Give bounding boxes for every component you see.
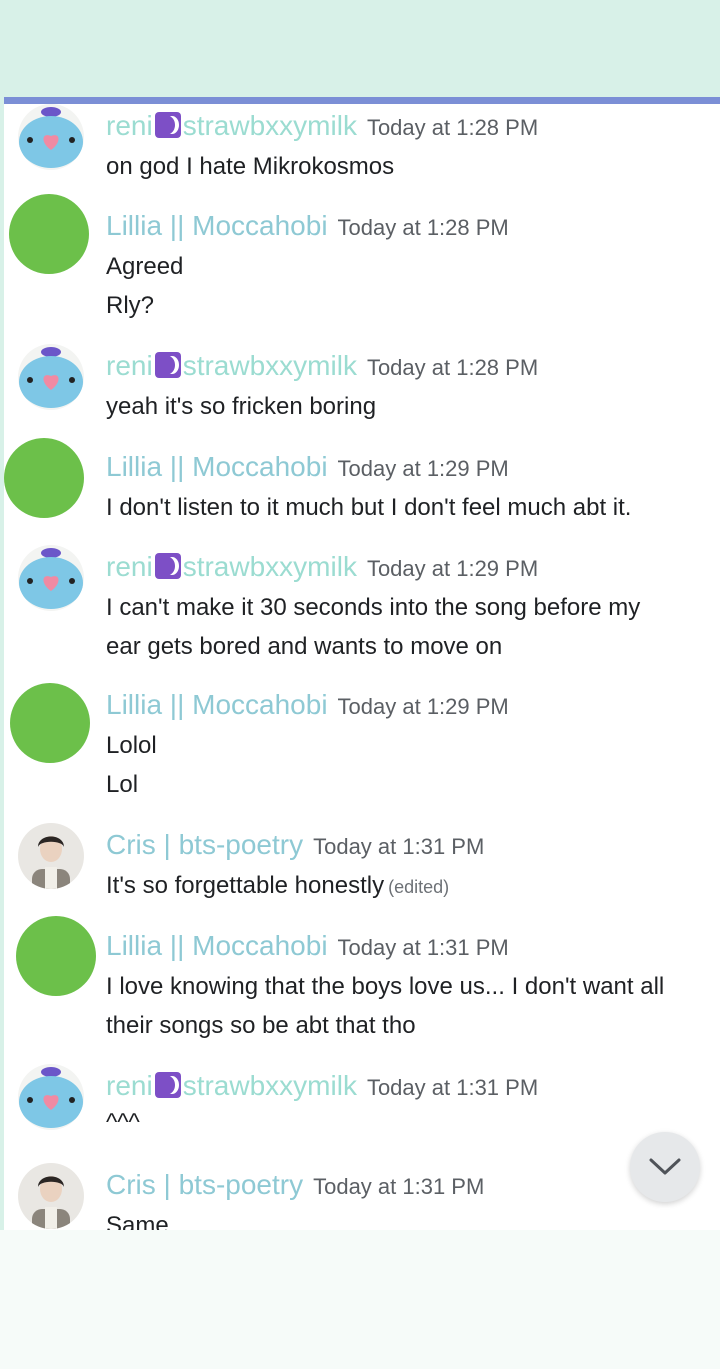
author-name[interactable]: Lillia || Moccahobi <box>106 930 328 961</box>
person-photo-avatar[interactable] <box>18 823 84 889</box>
timestamp: Today at 1:29 PM <box>366 556 539 581</box>
author-name[interactable]: Lillia || Moccahobi <box>106 451 328 482</box>
message-text: Rly? <box>106 292 155 319</box>
message-text: Same <box>106 1212 169 1230</box>
message-header: reni strawbxxymilk Today at 1:29 PM <box>106 549 538 590</box>
timestamp: Today at 1:31 PM <box>366 1075 539 1100</box>
green-circle-avatar[interactable] <box>9 194 89 274</box>
message-text: their songs so be abt that tho <box>106 1012 416 1039</box>
edited-label: (edited) <box>388 877 450 897</box>
author-name[interactable]: Cris | bts-poetry <box>106 1169 303 1200</box>
message-header: Cris | bts-poetry Today at 1:31 PM <box>106 827 484 868</box>
message-header: Lillia || Moccahobi Today at 1:29 PM <box>106 687 509 728</box>
bottom-blank-area <box>0 1230 720 1369</box>
top-band <box>0 0 720 97</box>
author-name[interactable]: reni strawbxxymilk <box>106 350 357 381</box>
timestamp: Today at 1:28 PM <box>337 215 509 240</box>
mang-plush-avatar[interactable] <box>18 104 84 170</box>
channel-divider-bar <box>4 97 720 104</box>
message-list[interactable]: reni strawbxxymilk Today at 1:28 PM on god… <box>4 104 720 1230</box>
timestamp: Today at 1:31 PM <box>313 1174 485 1199</box>
message-text: I don't listen to it much but I don't fe… <box>106 494 632 521</box>
timestamp: Today at 1:31 PM <box>313 834 485 859</box>
message-header: Lillia || Moccahobi Today at 1:29 PM <box>106 449 509 490</box>
mang-plush-avatar[interactable] <box>18 1064 84 1130</box>
message-header: reni strawbxxymilk Today at 1:31 PM <box>106 1068 538 1109</box>
person-photo-avatar[interactable] <box>18 1163 84 1229</box>
timestamp: Today at 1:29 PM <box>337 694 509 719</box>
author-name[interactable]: Lillia || Moccahobi <box>106 689 328 720</box>
chevron-down-icon <box>649 1158 681 1175</box>
message-text: ear gets bored and wants to move on <box>106 633 503 660</box>
message-text: Agreed <box>106 253 184 280</box>
message-text: Lol <box>106 771 139 798</box>
message-text: ^^^ <box>106 1109 140 1136</box>
green-circle-avatar[interactable] <box>16 916 96 996</box>
message-text: yeah it's so fricken boring <box>106 393 377 420</box>
author-name[interactable]: reni strawbxxymilk <box>106 110 357 141</box>
scroll-to-bottom-button[interactable] <box>630 1132 700 1202</box>
message-header: Cris | bts-poetry Today at 1:31 PM <box>106 1167 484 1208</box>
timestamp: Today at 1:29 PM <box>337 456 509 481</box>
timestamp: Today at 1:31 PM <box>337 935 509 960</box>
green-circle-avatar[interactable] <box>10 683 90 763</box>
green-circle-avatar[interactable] <box>4 438 84 518</box>
message-text: Lolol <box>106 732 157 759</box>
message-text: It's so forgettable honestly (edited) <box>106 872 450 899</box>
moon-emoji-icon <box>154 553 181 579</box>
author-name[interactable]: reni strawbxxymilk <box>106 1070 357 1101</box>
message-header: Lillia || Moccahobi Today at 1:28 PM <box>106 208 509 249</box>
message-header: Lillia || Moccahobi Today at 1:31 PM <box>106 928 509 969</box>
timestamp: Today at 1:28 PM <box>366 355 539 380</box>
message-header: reni strawbxxymilk Today at 1:28 PM <box>106 108 538 149</box>
author-name[interactable]: Lillia || Moccahobi <box>106 210 328 241</box>
mang-plush-avatar[interactable] <box>18 344 84 410</box>
moon-emoji-icon <box>154 1072 181 1098</box>
message-header: reni strawbxxymilk Today at 1:28 PM <box>106 348 538 389</box>
moon-emoji-icon <box>154 112 181 138</box>
timestamp: Today at 1:28 PM <box>366 115 539 140</box>
message-text: I can't make it 30 seconds into the song… <box>106 594 641 621</box>
moon-emoji-icon <box>154 352 181 378</box>
author-name[interactable]: reni strawbxxymilk <box>106 551 357 582</box>
author-name[interactable]: Cris | bts-poetry <box>106 829 303 860</box>
message-text: on god I hate Mikrokosmos <box>106 153 395 180</box>
message-text: I love knowing that the boys love us... … <box>106 973 665 1000</box>
mang-plush-avatar[interactable] <box>18 545 84 611</box>
